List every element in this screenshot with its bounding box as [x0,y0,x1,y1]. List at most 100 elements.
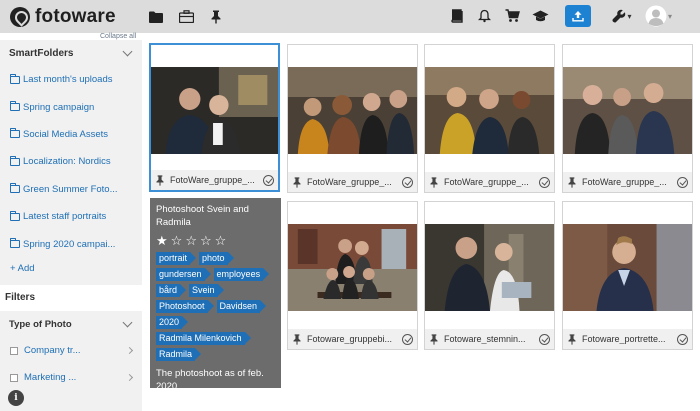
asset-filename: Fotoware_gruppebi... [307,334,393,344]
wrench-icon[interactable]: ▾ [609,4,635,28]
brand-name: fotoware [35,5,116,27]
asset-footer: FotoWare_gruppe_... [288,172,417,192]
smartfolder-item[interactable]: Social Media Assets [0,121,142,148]
pin-icon[interactable] [429,176,441,188]
asset-footer: Fotoware_portrette... [563,329,692,349]
chevron-down-icon[interactable] [122,46,133,57]
asset-thumbnail[interactable] [563,67,692,154]
asset-description: The photoshoot as of feb. 2020 [156,368,264,392]
cart-icon[interactable] [501,4,525,28]
pin-icon[interactable] [567,176,579,188]
upload-button[interactable] [564,5,591,27]
check-circle-icon[interactable] [402,333,413,345]
smartfolder-label: Localization: Nordics [23,156,111,168]
asset-thumbnail[interactable] [288,224,417,311]
filter-checkbox[interactable] [10,373,18,382]
pin-icon[interactable] [155,174,167,186]
smartfolder-label: Spring campaign [23,101,95,113]
smartfolder-item[interactable]: Localization: Nordics [0,148,142,175]
smartfolders-header[interactable]: SmartFolders [0,40,142,66]
asset-hover-details[interactable]: Photoshoot Svein and Radmila ★ ☆ ☆ ☆ ☆ p… [150,198,281,392]
asset-filename: FotoWare_gruppe_... [582,177,667,187]
asset-footer: Fotoware_gruppebi... [288,329,417,349]
asset-filename: FotoWare_gruppe_... [307,177,392,187]
star-outline-icon[interactable]: ☆ [185,235,197,248]
smartfolder-item[interactable]: Last month's uploads [0,66,142,93]
filter-group-title: Type of Photo [9,318,72,330]
smartfolder-list: Last month's uploads Spring campaign Soc… [0,66,142,258]
tag[interactable]: bård [156,284,187,297]
pin-icon[interactable] [204,5,228,29]
folder-outline-icon [10,155,20,166]
asset-card[interactable]: Fotoware_stemnin... [424,201,555,350]
collapse-all-link[interactable]: Collapse all [100,33,136,40]
asset-thumbnail[interactable] [151,67,278,154]
chevron-right-icon[interactable] [125,373,134,382]
info-icon[interactable]: i [8,390,24,406]
filter-checkbox[interactable] [10,346,18,355]
star-outline-icon[interactable]: ☆ [215,235,227,248]
smartfolder-label: Green Summer Foto... [23,183,118,195]
tag[interactable]: 2020 [156,316,189,329]
tag[interactable]: Davidsen [216,300,266,313]
tag[interactable]: Photoshoot [156,300,214,313]
bell-icon[interactable] [473,4,497,28]
briefcase-icon[interactable] [174,5,198,29]
star-outline-icon[interactable]: ☆ [200,235,212,248]
check-circle-icon[interactable] [263,174,274,186]
tag[interactable]: Svein [189,284,223,297]
tag[interactable]: photo [199,252,233,265]
asset-card[interactable]: Fotoware_portrette... [562,201,693,350]
asset-footer: FotoWare_gruppe_... [425,172,554,192]
filter-option[interactable]: Marketing ... [0,364,142,391]
pin-icon[interactable] [429,333,441,345]
tag[interactable]: gundersen [156,268,211,281]
add-smartfolder-link[interactable]: + Add [0,258,142,280]
asset-card[interactable]: FotoWare_gruppe_... [424,44,555,193]
check-circle-icon[interactable] [402,176,413,188]
pin-icon[interactable] [292,333,304,345]
book-icon[interactable] [445,4,469,28]
pin-icon[interactable] [567,333,579,345]
smartfolder-label: Last month's uploads [23,74,113,86]
pin-icon[interactable] [292,176,304,188]
smartfolder-item[interactable]: Spring 2020 campai... [0,230,142,257]
tag[interactable]: Radmila Milenkovich [156,332,251,345]
smartfolder-item[interactable]: Green Summer Foto... [0,176,142,203]
asset-card[interactable]: Fotoware_gruppebi... [287,201,418,350]
top-left-icons [144,5,228,29]
folder-icon[interactable] [144,5,168,29]
filters-title: Filters [5,292,36,303]
asset-thumbnail[interactable] [425,67,554,154]
check-circle-icon[interactable] [539,176,550,188]
star-outline-icon[interactable]: ☆ [171,235,183,248]
asset-thumbnail[interactable] [288,67,417,154]
tag[interactable]: employees [213,268,269,281]
user-menu[interactable]: ▾ [645,5,672,27]
asset-thumbnail[interactable] [563,224,692,311]
chevron-right-icon[interactable] [125,346,134,355]
asset-thumbnail[interactable] [425,224,554,311]
smartfolder-item[interactable]: Latest staff portraits [0,203,142,230]
star-filled-icon[interactable]: ★ [156,235,168,248]
check-circle-icon[interactable] [539,333,550,345]
filter-option[interactable]: Company tr... [0,337,142,364]
check-circle-icon[interactable] [677,333,688,345]
user-icon [645,5,667,27]
star-rating[interactable]: ★ ☆ ☆ ☆ ☆ [156,235,275,248]
asset-title: Photoshoot Svein and Radmila [156,204,249,228]
smartfolder-item[interactable]: Spring campaign [0,93,142,120]
chevron-down-icon[interactable] [122,317,133,328]
asset-filename: FotoWare_gruppe_... [444,177,529,187]
filter-group-header[interactable]: Type of Photo [0,311,142,337]
brand[interactable]: fotoware [10,6,138,28]
chevron-down-icon: ▾ [627,11,632,21]
tag[interactable]: Radmila [156,348,202,361]
check-circle-icon[interactable] [677,176,688,188]
graduation-cap-icon[interactable] [529,4,553,28]
asset-card[interactable]: FotoWare_gruppe_... [562,44,693,193]
tag[interactable]: portrait [156,252,197,265]
asset-card[interactable]: FotoWare_gruppe_... [287,44,418,193]
smartfolders-panel: SmartFolders Last month's uploads Spring… [0,40,142,285]
asset-card[interactable]: FotoWare_gruppe_... [149,43,280,192]
